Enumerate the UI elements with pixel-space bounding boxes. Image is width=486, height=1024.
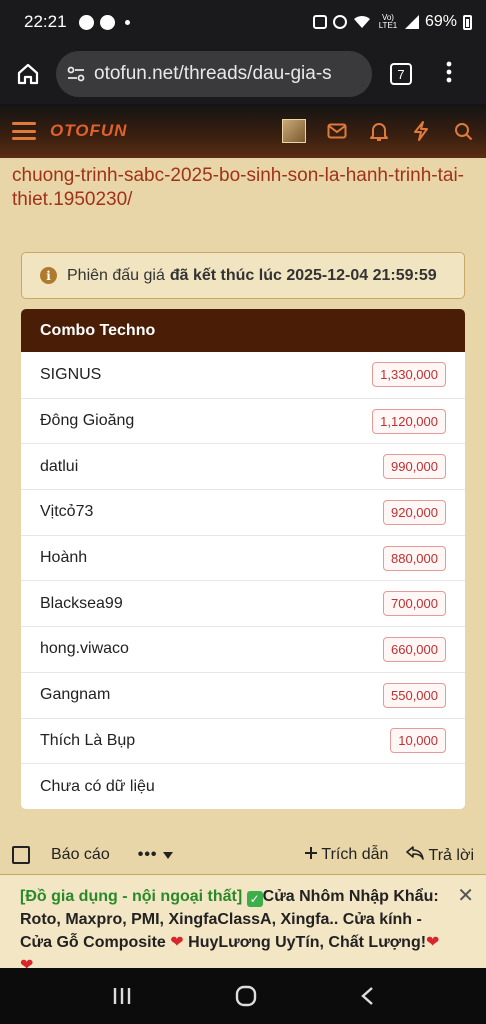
ad-category: [Đồ gia dụng - nội ngoại thất]: [20, 888, 243, 905]
heart-icon: ❤: [170, 934, 184, 951]
post-actions: Báo cáo ••• Trích dẫn Trả lời: [12, 840, 474, 870]
bid-amount: 990,000: [383, 454, 446, 480]
bid-amount: 10,000: [390, 728, 446, 754]
more-actions-button[interactable]: •••: [138, 846, 173, 864]
reply-icon: [406, 845, 425, 860]
ad-banner[interactable]: [Đồ gia dụng - nội ngoại thất] ✓ Cửa Nhôm…: [0, 874, 486, 974]
check-icon: ✓: [246, 891, 263, 907]
site-header: OTOFUN: [0, 104, 486, 158]
inbox-icon[interactable]: [326, 120, 348, 142]
bidder-name[interactable]: Thích Là Bụp: [40, 732, 390, 750]
quote-label: Trích dẫn: [321, 846, 389, 863]
bidder-name[interactable]: Đông Gioăng: [40, 412, 372, 430]
alarm-icon: [332, 15, 347, 29]
user-avatar[interactable]: [282, 119, 306, 143]
status-time: 22:21: [24, 12, 67, 31]
chevron-down-icon: [162, 852, 173, 859]
bid-row: Thích Là Bụp 10,000: [21, 717, 465, 764]
more-notifications-icon: [124, 19, 130, 25]
bid-amount: 660,000: [383, 636, 446, 662]
bid-row-empty: Chưa có dữ liệu: [21, 763, 465, 809]
more-vert-icon: [446, 61, 452, 83]
screenshot-icon: [312, 15, 327, 29]
browser-toolbar: otofun.net/threads/dau-gia-s 7: [0, 44, 486, 104]
recent-apps-icon[interactable]: [112, 987, 132, 1005]
status-bar: 22:21 Vo) LTE1 69%: [0, 0, 486, 44]
bid-amount: 700,000: [383, 591, 446, 617]
bell-icon[interactable]: [368, 120, 390, 142]
bid-row: Đông Gioăng 1,120,000: [21, 397, 465, 444]
bidder-name[interactable]: Gangnam: [40, 686, 383, 704]
notice-prefix: Phiên đấu giá: [67, 266, 165, 284]
chat-notification-icon: [78, 14, 94, 30]
bid-amount: 550,000: [383, 682, 446, 708]
notice-ended-time: đã kết thúc lúc 2025-12-04 21:59:59: [169, 266, 437, 284]
reply-button[interactable]: Trả lời: [406, 845, 474, 865]
ad-tail: HuyLương UyTín, Chất Lượng!: [188, 934, 427, 951]
home-icon: [17, 63, 39, 85]
battery-icon: [463, 14, 472, 30]
plus-icon: [305, 847, 318, 859]
close-ad-button[interactable]: ✕: [457, 885, 474, 908]
bid-row: datlui 990,000: [21, 443, 465, 489]
thread-link[interactable]: chuong-trinh-sabc-2025-bo-sinh-son-la-ha…: [12, 158, 472, 212]
card-title: Combo Techno: [21, 309, 465, 352]
address-bar[interactable]: otofun.net/threads/dau-gia-s: [56, 51, 372, 97]
bolt-icon[interactable]: [410, 120, 432, 142]
wifi-icon: [353, 15, 370, 28]
tab-switcher-button[interactable]: 7: [390, 63, 412, 85]
back-icon[interactable]: [360, 986, 374, 1006]
bidder-name[interactable]: SIGNUS: [40, 366, 372, 384]
bid-row: Hoành 880,000: [21, 534, 465, 581]
reply-label: Trả lời: [428, 846, 474, 864]
auction-card: Combo Techno SIGNUS 1,330,000 Đông Gioăn…: [21, 309, 465, 809]
no-data-label: Chưa có dữ liệu: [40, 777, 155, 795]
select-checkbox[interactable]: [12, 846, 30, 864]
bid-list: SIGNUS 1,330,000 Đông Gioăng 1,120,000 d…: [21, 352, 465, 809]
bid-row: Blacksea99 700,000: [21, 580, 465, 626]
bid-row: hong.viwaco 660,000: [21, 626, 465, 672]
thread-link-line-1: chuong-trinh-sabc-2025-bo-sinh-son-la-ha…: [12, 165, 465, 186]
bid-amount: 920,000: [383, 499, 446, 525]
site-settings-icon[interactable]: [66, 64, 86, 84]
bid-amount: 1,120,000: [372, 408, 446, 434]
signal-icon: [404, 15, 419, 29]
browser-menu-button[interactable]: [446, 61, 452, 87]
bidder-name[interactable]: Vịtcỏ73: [40, 503, 383, 521]
more-actions-dots: •••: [137, 846, 158, 863]
bidder-name[interactable]: hong.viwaco: [40, 640, 383, 658]
system-navigation-bar: [0, 968, 486, 1024]
lte-label: Vo) LTE1: [378, 13, 398, 30]
home-button[interactable]: [0, 44, 56, 104]
quote-button[interactable]: Trích dẫn: [305, 846, 388, 864]
auction-ended-notice: i Phiên đấu giá đã kết thúc lúc 2025-12-…: [21, 252, 465, 299]
bid-row: Gangnam 550,000: [21, 671, 465, 718]
info-icon: i: [40, 267, 57, 284]
bid-amount: 880,000: [383, 545, 446, 571]
thread-link-line-2: thiet.1950230/: [12, 189, 133, 210]
url-text: otofun.net/threads/dau-gia-s: [94, 63, 332, 84]
messenger-notification-icon: [99, 14, 115, 30]
bidder-name[interactable]: datlui: [40, 458, 383, 476]
search-icon[interactable]: [452, 120, 474, 142]
bidder-name[interactable]: Hoành: [40, 549, 383, 567]
battery-percent: 69%: [424, 13, 457, 30]
home-nav-icon[interactable]: [235, 985, 257, 1007]
hamburger-menu-icon[interactable]: [12, 122, 36, 140]
bid-row: SIGNUS 1,330,000: [21, 352, 465, 398]
bid-amount: 1,330,000: [372, 362, 446, 388]
site-logo[interactable]: OTOFUN: [50, 121, 127, 141]
report-link[interactable]: Báo cáo: [51, 846, 110, 864]
bid-row: Vịtcỏ73 920,000: [21, 489, 465, 535]
bidder-name[interactable]: Blacksea99: [40, 595, 383, 613]
